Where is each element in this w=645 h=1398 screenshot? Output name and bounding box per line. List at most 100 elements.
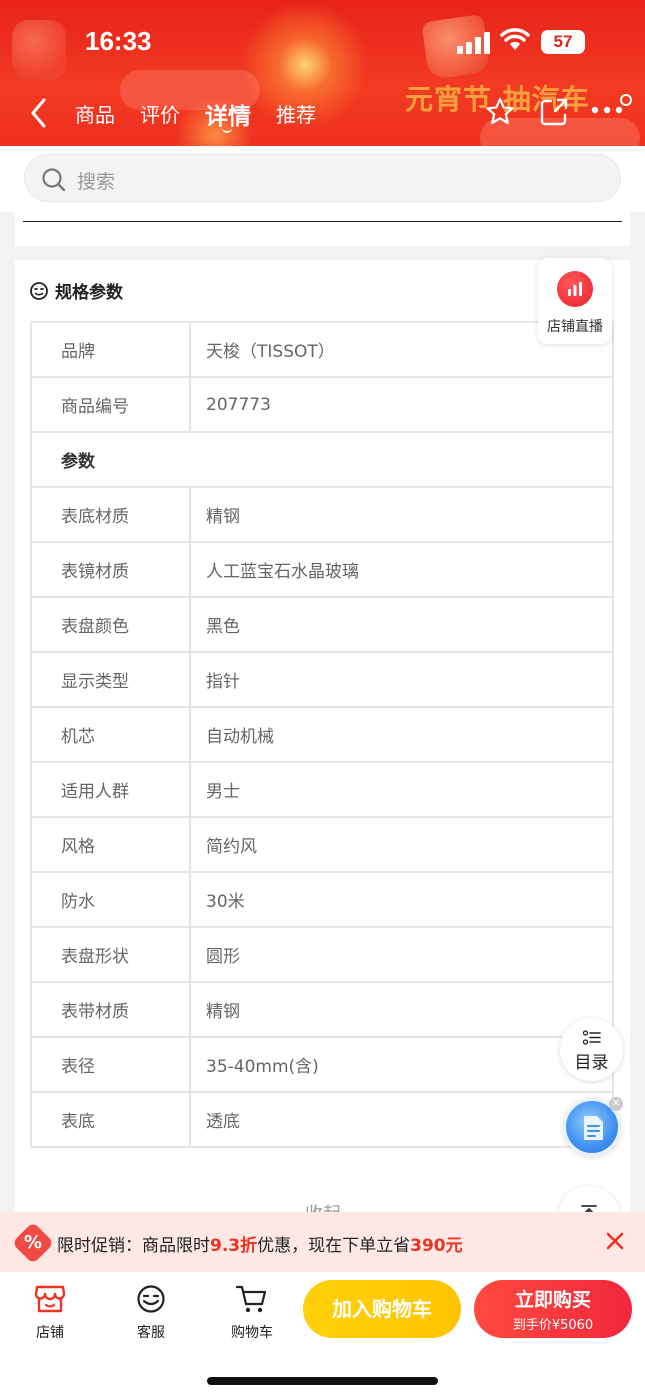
percent-icon: % — [23, 1232, 43, 1253]
spec-key: 品牌 — [30, 321, 191, 378]
cart-label: 购物车 — [231, 1325, 273, 1341]
table-row: 风格 简约风 — [30, 816, 614, 873]
service-label: 客服 — [137, 1325, 165, 1341]
table-row: 品牌 天梭（TISSOT） — [30, 321, 614, 378]
spec-key: 表镜材质 — [30, 541, 191, 598]
wifi-icon — [500, 28, 530, 50]
spec-value: 圆形 — [189, 926, 614, 983]
buy-now-button[interactable]: 立即购买 到手价¥5060 — [474, 1280, 632, 1338]
store-button[interactable]: 店铺 — [20, 1284, 80, 1342]
toc-label: 目录 — [574, 1053, 609, 1073]
signal-icon — [457, 32, 491, 54]
buy-now-label: 立即购买 — [514, 1289, 591, 1311]
spec-key: 表盘颜色 — [30, 596, 191, 653]
promo-discount: 9.3折 — [210, 1236, 258, 1256]
spec-key: 表盘形状 — [30, 926, 191, 983]
buy-price: 到手价¥5060 — [512, 1318, 594, 1333]
promo-message: 限时促销：商品限时9.3折优惠，现在下单立省390元 — [57, 1231, 463, 1256]
spec-value: 透底 — [189, 1091, 614, 1148]
spec-key: 表底材质 — [30, 486, 191, 543]
spec-title: 规格参数 — [29, 278, 123, 303]
live-icon — [557, 271, 593, 307]
search-placeholder: 搜索 — [77, 171, 116, 193]
cart-icon — [235, 1285, 267, 1313]
spec-key: 表底 — [30, 1091, 191, 1148]
spec-card: 规格参数 品牌 天梭（TISSOT） 商品编号 207773 参数 表底材质 精… — [15, 260, 630, 1260]
spec-value: 人工蓝宝石水晶玻璃 — [189, 541, 614, 598]
spec-title-text: 规格参数 — [55, 283, 123, 303]
spec-value: 简约风 — [189, 816, 614, 873]
spec-value: 35-40mm(含) — [189, 1036, 614, 1093]
share-icon[interactable] — [538, 96, 570, 128]
previous-section-end — [15, 212, 630, 246]
table-row: 表带材质 精钢 — [30, 981, 614, 1038]
spec-value: 精钢 — [189, 486, 614, 543]
spec-value: 指针 — [189, 651, 614, 708]
table-row: 适用人群 男士 — [30, 761, 614, 818]
promo-saving: 390元 — [410, 1236, 463, 1256]
table-row: 商品编号 207773 — [30, 376, 614, 433]
store-label: 店铺 — [36, 1325, 64, 1341]
table-row: 显示类型 指针 — [30, 651, 614, 708]
header-tabs: 商品 评价 详情 推荐 — [75, 97, 341, 133]
cart-button[interactable]: 购物车 — [222, 1284, 282, 1342]
spec-key: 防水 — [30, 871, 191, 928]
search-icon — [42, 168, 66, 192]
spec-value: 30米 — [189, 871, 614, 928]
toc-button[interactable]: 目录 — [560, 1018, 623, 1081]
search-input[interactable]: 搜索 — [24, 154, 621, 202]
spec-value: 黑色 — [189, 596, 614, 653]
table-row: 表镜材质 人工蓝宝石水晶玻璃 — [30, 541, 614, 598]
spec-key: 表带材质 — [30, 981, 191, 1038]
spec-section-label: 参数 — [30, 431, 614, 488]
spec-value: 207773 — [189, 376, 614, 433]
table-row: 防水 30米 — [30, 871, 614, 928]
tab-recommend[interactable]: 推荐 — [276, 99, 316, 131]
spec-value: 男士 — [189, 761, 614, 818]
home-indicator[interactable] — [207, 1377, 438, 1385]
status-time: 16:33 — [85, 26, 152, 56]
spec-key: 适用人群 — [30, 761, 191, 818]
table-row: 表径 35-40mm(含) — [30, 1036, 614, 1093]
divider-line — [23, 221, 622, 222]
spec-key: 机芯 — [30, 706, 191, 763]
table-row: 表底 透底 — [30, 1091, 614, 1148]
star-icon[interactable] — [484, 96, 516, 128]
header: 元宵节 抽汽车 16:33 57 商品 评价 详情 推荐 — [0, 0, 645, 146]
spec-face-icon — [30, 281, 48, 300]
promo-bar: % 限时促销：商品限时9.3折优惠，现在下单立省390元 — [0, 1212, 645, 1272]
document-icon — [584, 1116, 603, 1140]
table-section-row: 参数 — [30, 431, 614, 488]
spec-key: 商品编号 — [30, 376, 191, 433]
store-icon — [34, 1285, 66, 1313]
promo-prefix: 限时促销：商品限时 — [57, 1236, 210, 1256]
close-icon[interactable] — [602, 1228, 628, 1254]
spec-value: 精钢 — [189, 981, 614, 1038]
search-bar-area: 搜索 — [0, 146, 645, 212]
tab-details[interactable]: 详情 — [205, 97, 251, 133]
table-row: 机芯 自动机械 — [30, 706, 614, 763]
service-icon — [137, 1285, 165, 1313]
spec-table: 品牌 天梭（TISSOT） 商品编号 207773 参数 表底材质 精钢 表镜材… — [30, 321, 614, 1148]
table-row: 表盘形状 圆形 — [30, 926, 614, 983]
spec-value: 自动机械 — [189, 706, 614, 763]
store-live-button[interactable]: 店铺直播 — [538, 258, 612, 344]
back-icon[interactable] — [26, 96, 56, 130]
promo-middle: 优惠，现在下单立省 — [257, 1236, 411, 1256]
spec-key: 风格 — [30, 816, 191, 873]
product-detail-page: 元宵节 抽汽车 16:33 57 商品 评价 详情 推荐 搜索 规格参数 品牌 … — [0, 0, 645, 1398]
live-label: 店铺直播 — [547, 319, 603, 335]
table-row: 表盘颜色 黑色 — [30, 596, 614, 653]
lantern-decoration — [12, 20, 66, 80]
customer-service-button[interactable]: 客服 — [121, 1284, 181, 1342]
tab-reviews[interactable]: 评价 — [140, 99, 180, 131]
more-icon[interactable] — [590, 104, 624, 116]
spec-key: 显示类型 — [30, 651, 191, 708]
tab-goods[interactable]: 商品 — [75, 99, 115, 131]
spec-key: 表径 — [30, 1036, 191, 1093]
battery-icon: 57 — [541, 30, 585, 54]
list-icon — [583, 1030, 601, 1045]
add-to-cart-button[interactable]: 加入购物车 — [303, 1280, 461, 1338]
ai-close-icon[interactable]: ✕ — [609, 1097, 623, 1111]
table-row: 表底材质 精钢 — [30, 486, 614, 543]
